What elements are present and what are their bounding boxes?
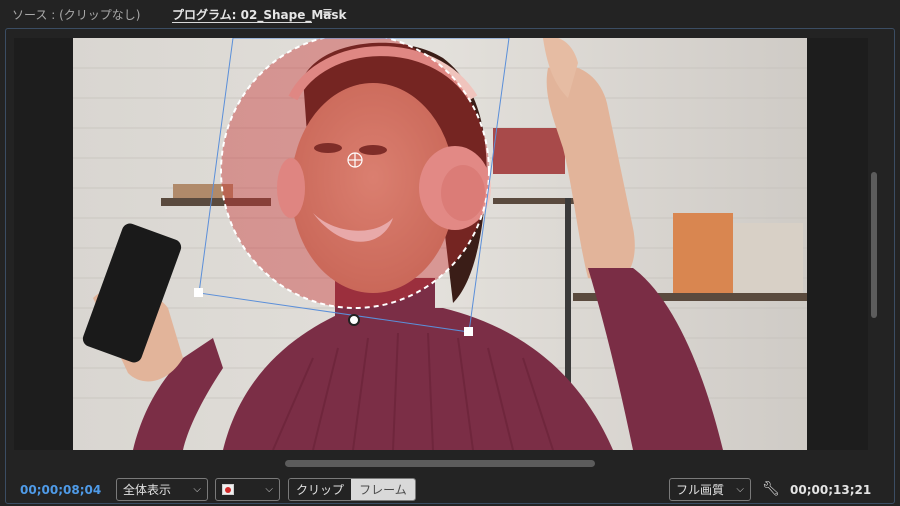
toggle-clip-button[interactable]: クリップ xyxy=(289,479,351,500)
quality-label: フル画質 xyxy=(676,483,725,497)
chevron-down-icon: ⌵ xyxy=(193,484,201,495)
chevron-down-icon: ⌵ xyxy=(265,484,273,495)
panel-header: ソース : (クリップなし) プログラム: 02_Shape_Mask ≡ xyxy=(0,0,900,26)
red-frame xyxy=(493,128,565,174)
mask-rotation-handle[interactable] xyxy=(348,314,360,326)
mask-color-select[interactable]: ⌵ xyxy=(215,478,280,501)
anchor-point-icon[interactable] xyxy=(347,152,363,168)
playhead-timecode[interactable]: 00;00;08;04 xyxy=(20,483,101,497)
video-frame[interactable] xyxy=(73,38,807,450)
record-dot-icon xyxy=(222,484,234,495)
duration-timecode: 00;00;13;21 xyxy=(790,483,872,497)
mask-handle-bottom-left[interactable] xyxy=(194,288,203,297)
hamburger-icon[interactable]: ≡ xyxy=(322,5,333,20)
vertical-scrollbar[interactable] xyxy=(871,172,877,318)
clip-frame-toggle[interactable]: クリップ フレーム xyxy=(288,478,416,501)
wrench-icon[interactable]: 🔧︎ xyxy=(762,481,780,497)
zoom-level-label: 全体表示 xyxy=(123,483,172,497)
active-tab-indicator xyxy=(172,22,312,23)
books-white xyxy=(733,223,803,293)
tab-program[interactable]: プログラム: 02_Shape_Mask xyxy=(172,6,347,23)
toggle-frame-button[interactable]: フレーム xyxy=(351,479,415,500)
video-frame-canvas xyxy=(73,38,807,450)
ellipse-mask[interactable] xyxy=(220,38,490,309)
books-orange xyxy=(673,213,733,293)
horizontal-scrollbar[interactable] xyxy=(285,460,595,467)
zoom-level-select[interactable]: 全体表示 ⌵ xyxy=(116,478,208,501)
tab-source[interactable]: ソース : (クリップなし) xyxy=(12,6,140,23)
chevron-down-icon: ⌵ xyxy=(736,484,744,495)
mask-handle-bottom-right[interactable] xyxy=(464,327,473,336)
playback-quality-select[interactable]: フル画質 ⌵ xyxy=(669,478,751,501)
